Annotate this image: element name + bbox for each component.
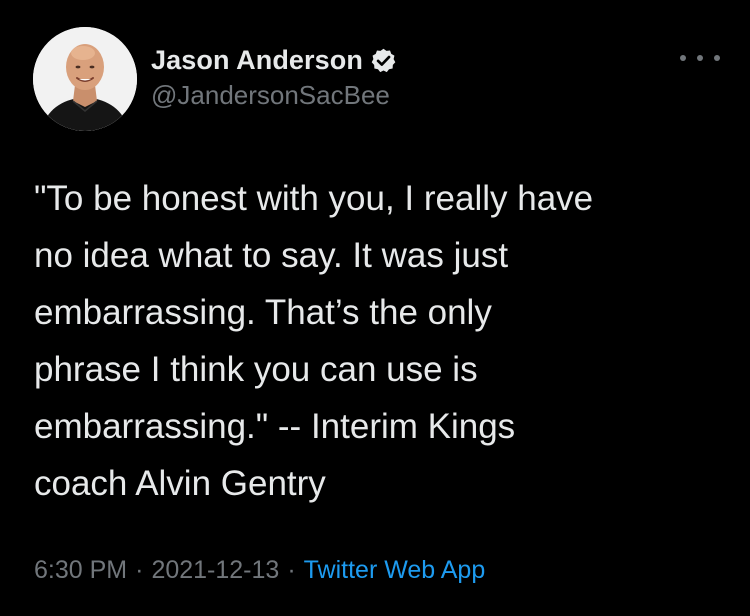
more-dot <box>697 55 703 61</box>
meta-separator: · <box>135 556 144 584</box>
tweet-date[interactable]: 2021-12-13 <box>151 556 279 585</box>
author-name-row: Jason Anderson <box>151 40 397 80</box>
more-options-icon[interactable] <box>680 46 720 70</box>
tweet-source-link[interactable]: Twitter Web App <box>304 556 486 585</box>
profile-photo <box>33 27 137 131</box>
more-dot <box>714 55 720 61</box>
avatar[interactable] <box>33 27 137 131</box>
author-display-name[interactable]: Jason Anderson <box>151 45 363 76</box>
more-dot <box>680 55 686 61</box>
tweet-card: Jason Anderson @JandersonSacBee "To be h… <box>0 0 750 616</box>
tweet-text: "To be honest with you, I really have no… <box>34 179 594 503</box>
meta-separator: · <box>287 556 296 584</box>
verified-badge-icon <box>370 47 397 74</box>
tweet-time[interactable]: 6:30 PM <box>34 556 127 585</box>
tweet-meta: 6:30 PM · 2021-12-13 · Twitter Web App <box>34 556 485 585</box>
author-handle[interactable]: @JandersonSacBee <box>151 80 390 111</box>
